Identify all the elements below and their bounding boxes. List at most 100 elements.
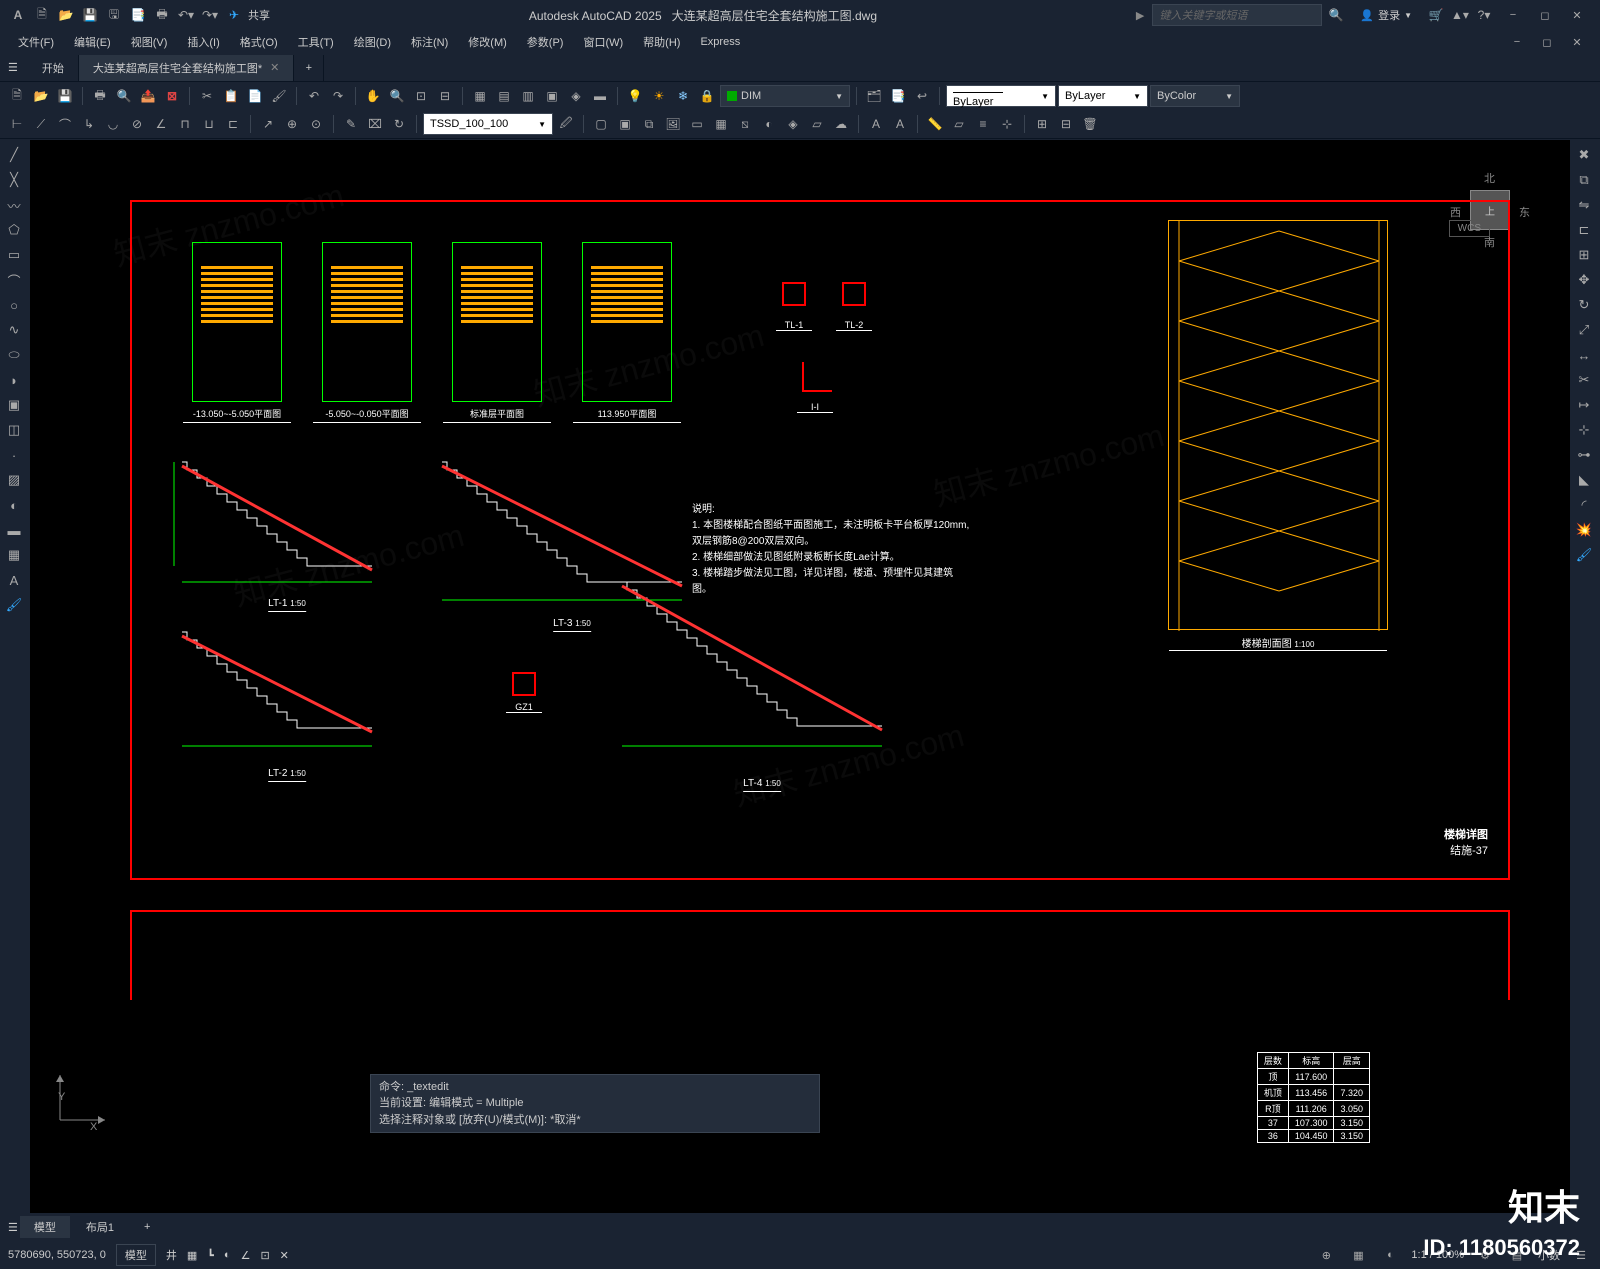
command-line[interactable]: 命令: _textedit 当前设置: 编辑模式 = Multiple 选择注释… <box>370 1074 820 1134</box>
wcs-badge[interactable]: WCS <box>1449 220 1490 237</box>
new-icon[interactable]: 🗎 <box>32 5 52 25</box>
menu-insert[interactable]: 插入(I) <box>177 31 229 53</box>
new-doc-icon[interactable]: 🗎 <box>6 85 28 107</box>
linetype-dropdown[interactable]: ByLayer▼ <box>946 85 1056 107</box>
menu-draw[interactable]: 绘图(D) <box>344 31 401 53</box>
dim-baseline-icon[interactable]: ⊔ <box>198 113 220 135</box>
dim-radius-icon[interactable]: ◡ <box>102 113 124 135</box>
menu-view[interactable]: 视图(V) <box>121 31 178 53</box>
menu-modify[interactable]: 修改(M) <box>458 31 517 53</box>
xref-icon[interactable]: ⧉ <box>638 113 660 135</box>
open-icon[interactable]: 📂 <box>56 5 76 25</box>
share-icon[interactable]: ✈ <box>224 5 244 25</box>
sun-icon[interactable]: ☀ <box>648 85 670 107</box>
insert-blk-icon[interactable]: ▣ <box>2 394 26 416</box>
doc-restore-icon[interactable]: ◻ <box>1532 32 1562 52</box>
wipeout-icon[interactable]: ▱ <box>806 113 828 135</box>
id-icon[interactable]: ⊹ <box>996 113 1018 135</box>
move-icon[interactable]: ✥ <box>1572 269 1596 291</box>
undo-icon[interactable]: ↶▾ <box>176 5 196 25</box>
xline-icon[interactable]: ╳ <box>2 169 26 191</box>
fillet-icon[interactable]: ◜ <box>1572 494 1596 516</box>
color-dropdown[interactable]: ByColor▼ <box>1150 85 1240 107</box>
help-icon[interactable]: ?▾ <box>1474 5 1494 25</box>
point-icon[interactable]: · <box>2 444 26 466</box>
menu-edit[interactable]: 编辑(E) <box>64 31 121 53</box>
stretch-icon[interactable]: ↔ <box>1572 344 1596 366</box>
lineweight-dropdown[interactable]: ByLayer▼ <box>1058 85 1148 107</box>
tp-icon[interactable]: ▥ <box>517 85 539 107</box>
group-icon[interactable]: ⊞ <box>1031 113 1053 135</box>
ungroup-icon[interactable]: ⊟ <box>1055 113 1077 135</box>
batch-plot-icon[interactable]: ⊠ <box>161 85 183 107</box>
menu-help[interactable]: 帮助(H) <box>633 31 690 53</box>
join-icon[interactable]: ⊶ <box>1572 444 1596 466</box>
copy-obj-icon[interactable]: ⧉ <box>1572 169 1596 191</box>
layprev-icon[interactable]: ↩ <box>911 85 933 107</box>
ortho-toggle-icon[interactable]: ┗ <box>207 1249 214 1262</box>
dim-continue-icon[interactable]: ⊏ <box>222 113 244 135</box>
cut-icon[interactable]: ✂ <box>196 85 218 107</box>
snap-toggle-icon[interactable]: ▦ <box>187 1249 197 1262</box>
gradient-tool-icon[interactable]: ◐ <box>2 494 26 516</box>
arc-icon[interactable]: ⌒ <box>2 269 26 291</box>
ssm-icon[interactable]: ▣ <box>541 85 563 107</box>
layermgr-icon[interactable]: 🗂 <box>863 85 885 107</box>
qcalc-icon[interactable]: ▬ <box>589 85 611 107</box>
app-switcher-icon[interactable]: ▲▾ <box>1450 5 1470 25</box>
pan-icon[interactable]: ✋ <box>362 85 384 107</box>
break-icon[interactable]: ⊹ <box>1572 419 1596 441</box>
print-btn-icon[interactable]: 🖶 <box>89 85 111 107</box>
freeze-icon[interactable]: ❄ <box>672 85 694 107</box>
tab-close-icon[interactable]: ✕ <box>270 61 279 74</box>
ellipse-icon[interactable]: ⬭ <box>2 344 26 366</box>
dim-angular-icon[interactable]: ∠ <box>150 113 172 135</box>
table-icon[interactable]: ▦ <box>710 113 732 135</box>
tab-document[interactable]: 大连某超高层住宅全套结构施工图*✕ <box>79 55 295 81</box>
redo-btn-icon[interactable]: ↷ <box>327 85 349 107</box>
tolerance-icon[interactable]: ⊕ <box>281 113 303 135</box>
layer-dropdown[interactable]: DIM▼ <box>720 85 850 107</box>
bulb-icon[interactable]: 💡 <box>624 85 646 107</box>
rotate-icon[interactable]: ↻ <box>1572 294 1596 316</box>
center-icon[interactable]: ⊙ <box>305 113 327 135</box>
zoom-rt-icon[interactable]: 🔍 <box>386 85 408 107</box>
tab-add-layout[interactable]: + <box>130 1216 164 1238</box>
block-make-icon[interactable]: ◫ <box>2 419 26 441</box>
menu-window[interactable]: 窗口(W) <box>573 31 633 53</box>
polar-toggle-icon[interactable]: ◐ <box>224 1249 231 1261</box>
revcloud-icon[interactable]: ☁ <box>830 113 852 135</box>
zoom-prev-icon[interactable]: ⊟ <box>434 85 456 107</box>
sc-2-icon[interactable]: ▦ <box>1347 1244 1369 1266</box>
osnap-toggle-icon[interactable]: ∠ <box>241 1249 251 1262</box>
preview-icon[interactable]: 🔍 <box>113 85 135 107</box>
search-input[interactable]: 键入关键字或短语 <box>1152 4 1322 26</box>
layerstate-icon[interactable]: 📑 <box>887 85 909 107</box>
text-icon[interactable]: A <box>889 113 911 135</box>
doc-minimize-icon[interactable]: − <box>1502 32 1532 52</box>
doc-close-icon[interactable]: ✕ <box>1562 32 1592 52</box>
ucs-icon[interactable]: YX <box>50 1070 110 1133</box>
paste-icon[interactable]: 📄 <box>244 85 266 107</box>
minimize-icon[interactable]: − <box>1498 5 1528 25</box>
space-button[interactable]: 模型 <box>116 1244 156 1266</box>
menu-express[interactable]: Express <box>690 31 750 53</box>
dim-linear-icon[interactable]: ⊢ <box>6 113 28 135</box>
menu-dim[interactable]: 标注(N) <box>401 31 458 53</box>
gradient-icon[interactable]: ◐ <box>758 113 780 135</box>
spline-icon[interactable]: ∿ <box>2 319 26 341</box>
dimstyle-mgr-icon[interactable]: 🖉 <box>555 113 577 135</box>
lock-icon[interactable]: 🔒 <box>696 85 718 107</box>
autocad-logo-icon[interactable]: A <box>8 5 28 25</box>
list-icon[interactable]: ≡ <box>972 113 994 135</box>
region-icon[interactable]: ◈ <box>782 113 804 135</box>
menu-format[interactable]: 格式(O) <box>230 31 288 53</box>
table-tool-icon[interactable]: ▦ <box>2 544 26 566</box>
menu-file[interactable]: 文件(F) <box>8 31 64 53</box>
dimupdate-icon[interactable]: ↻ <box>388 113 410 135</box>
redo-icon[interactable]: ↷▾ <box>200 5 220 25</box>
print-icon[interactable]: 📑 <box>128 5 148 25</box>
tab-start[interactable]: 开始 <box>28 55 79 81</box>
region-tool-icon[interactable]: ▬ <box>2 519 26 541</box>
explode-icon[interactable]: 💥 <box>1572 519 1596 541</box>
